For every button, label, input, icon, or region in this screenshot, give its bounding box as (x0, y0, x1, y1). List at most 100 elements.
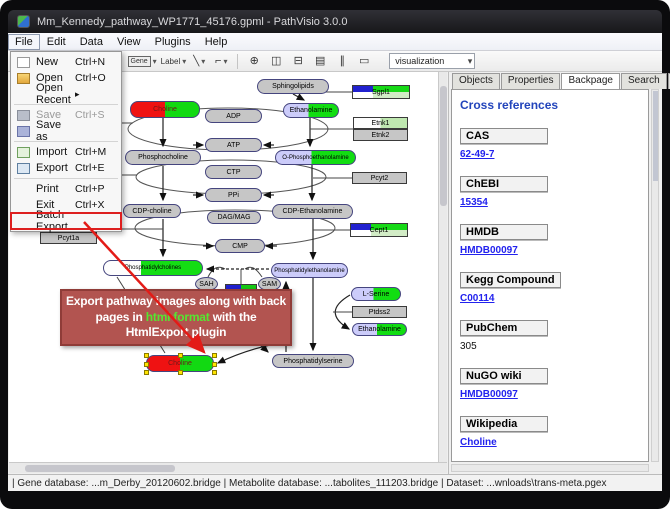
selection-handle[interactable] (212, 370, 217, 375)
visualization-combobox[interactable]: visualization (389, 53, 475, 69)
align-stack-button[interactable] (288, 52, 308, 70)
distribute-vertical-button[interactable] (310, 52, 330, 70)
menu-item-save-as[interactable]: Save as (11, 123, 121, 139)
node-ptdss2[interactable]: Ptdss2 (352, 306, 407, 318)
node-cdp-ethanolamine[interactable]: CDP-Ethanolamine (272, 204, 353, 219)
backpage-horizontal-scrollbar[interactable] (451, 464, 649, 472)
node-ethanolamine[interactable]: Ethanolamine (283, 103, 339, 118)
backpage-vertical-scrollbar[interactable] (651, 89, 659, 462)
node-phosphocholine[interactable]: Phosphocholine (125, 150, 201, 165)
crossref-link[interactable]: HMDB00097 (460, 245, 648, 256)
menu-view[interactable]: View (110, 34, 148, 50)
common-height-button[interactable] (354, 52, 374, 70)
node-label: Choline (168, 360, 192, 367)
node-pcyt2[interactable]: Pcyt2 (352, 172, 407, 184)
node-etnk1[interactable]: Etnk1 (353, 117, 408, 129)
crossref-link[interactable]: 62-49-7 (460, 149, 648, 160)
node-ppi[interactable]: PPi (205, 188, 262, 202)
node-adp[interactable]: ADP (205, 109, 262, 123)
menu-item-import[interactable]: ImportCtrl+M (11, 144, 121, 160)
scrollbar-thumb[interactable] (653, 91, 658, 181)
selection-handle[interactable] (178, 370, 183, 375)
menu-plugins[interactable]: Plugins (148, 34, 198, 50)
node-l-serine[interactable]: L-Serine (351, 287, 401, 301)
tab-properties[interactable]: Properties (501, 73, 561, 89)
selection-handle[interactable] (144, 362, 149, 367)
chevron-down-icon (180, 56, 186, 67)
selection-handle[interactable] (212, 353, 217, 358)
crossref-source-label: Kegg Compound (460, 272, 561, 288)
new-datanode-button[interactable]: Gene (127, 52, 158, 70)
node-label: DAG/MAG (217, 214, 250, 221)
selection-handle[interactable] (144, 353, 149, 358)
menu-file[interactable]: File (8, 34, 40, 50)
crossref-source-label: NuGO wiki (460, 368, 548, 384)
selection-handle[interactable] (144, 370, 149, 375)
menu-item-open-recent[interactable]: Open Recent (11, 86, 121, 102)
menu-item-label: Open Recent (36, 82, 75, 106)
node-cdp-choline[interactable]: CDP-choline (123, 204, 181, 218)
menu-help[interactable]: Help (198, 34, 235, 50)
tab-search[interactable]: Search (621, 73, 667, 89)
node-pcyt1a[interactable]: Pcyt1a (40, 232, 97, 244)
canvas-horizontal-scrollbar[interactable] (9, 462, 447, 473)
node-choline[interactable]: Choline (130, 101, 200, 118)
crossref-link[interactable]: C00114 (460, 293, 648, 304)
chevron-down-icon (151, 56, 157, 67)
align-center-button[interactable] (244, 52, 264, 70)
new-file-icon (17, 57, 30, 68)
crossref-section-chebi: ChEBI15354 (460, 174, 648, 208)
node-o-phosphoethanolamine[interactable]: O-Phosphoethanolamine (275, 150, 356, 165)
distribute-vertical-icon (315, 56, 325, 67)
menu-edit[interactable]: Edit (40, 34, 73, 50)
node-atp[interactable]: ATP (205, 138, 262, 152)
canvas-vertical-scrollbar[interactable] (438, 72, 447, 462)
scrollbar-thumb[interactable] (25, 465, 175, 472)
node-label: Sgpl1 (372, 89, 390, 96)
distribute-horizontal-button[interactable] (266, 52, 286, 70)
window-title: Mm_Kennedy_pathway_WP1771_45176.gpml - P… (37, 16, 347, 28)
line-tool-button[interactable] (189, 52, 209, 70)
node-phosphatidylcholines[interactable]: Phosphatidylcholines (103, 260, 203, 276)
node-label: Sphingolipids (272, 83, 314, 90)
node-cmp[interactable]: CMP (215, 239, 265, 253)
crossref-link[interactable]: 15354 (460, 197, 648, 208)
menu-item-new[interactable]: NewCtrl+N (11, 54, 121, 70)
node-ethanolamine[interactable]: Ethanolamine (352, 323, 407, 336)
node-phosphatidylserine[interactable]: Phosphatidylserine (272, 354, 354, 368)
crossref-link[interactable]: HMDB00097 (460, 389, 648, 400)
node-sgpl1[interactable]: Sgpl1 (352, 85, 410, 99)
menu-item-export[interactable]: ExportCtrl+E (11, 160, 121, 176)
node-etnk2[interactable]: Etnk2 (353, 129, 408, 141)
menu-data[interactable]: Data (73, 34, 110, 50)
menu-item-print[interactable]: PrintCtrl+P (11, 181, 121, 197)
selection-handle[interactable] (178, 353, 183, 358)
tab-backpage[interactable]: Backpage (561, 73, 619, 89)
node-choline[interactable]: Choline (146, 355, 214, 372)
chevron-down-icon (468, 56, 473, 67)
node-sphingolipids[interactable]: Sphingolipids (257, 79, 329, 94)
tab-objects[interactable]: Objects (452, 73, 500, 89)
menu-item-shortcut: Ctrl+E (75, 162, 117, 174)
node-label: ADP (226, 113, 240, 120)
node-phosphatidylethanolamine[interactable]: Phosphatidylethanolamine (271, 263, 348, 278)
common-width-button[interactable] (332, 52, 352, 70)
menu-bar: FileEditDataViewPluginsHelp (8, 33, 662, 51)
crossref-link[interactable]: Choline (460, 437, 648, 448)
node-label: ATP (227, 142, 240, 149)
menu-item-batch-export[interactable]: Batch Export (11, 213, 121, 229)
node-label: Phosphocholine (138, 154, 188, 161)
node-dag-mag[interactable]: DAG/MAG (207, 211, 261, 224)
new-label-button[interactable]: Label (160, 52, 188, 70)
node-label: Pcyt1a (58, 235, 79, 242)
open-folder-icon (17, 73, 30, 84)
connector-tool-button[interactable] (211, 52, 231, 70)
scrollbar-thumb[interactable] (440, 86, 447, 206)
node-cept1[interactable]: Cept1 (350, 223, 408, 237)
crossref-section-pubchem: PubChem305 (460, 318, 648, 352)
node-ctp[interactable]: CTP (205, 165, 262, 179)
selection-handle[interactable] (212, 362, 217, 367)
chevron-down-icon (199, 56, 205, 67)
node-label: Ptdss2 (369, 309, 390, 316)
crossref-source-label: PubChem (460, 320, 548, 336)
